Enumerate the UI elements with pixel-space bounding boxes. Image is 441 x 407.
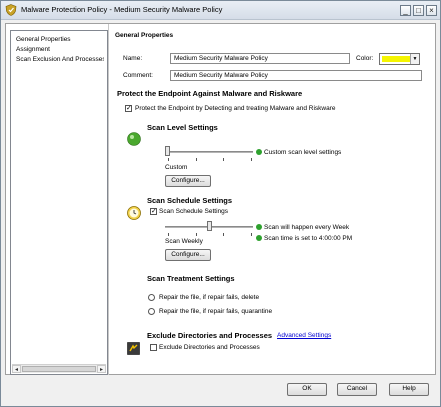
cancel-button[interactable]: Cancel xyxy=(337,383,377,396)
treatment-quarantine-radio[interactable] xyxy=(148,308,155,315)
minimize-button[interactable]: _ xyxy=(400,5,411,16)
window-title: Malware Protection Policy - Medium Secur… xyxy=(21,5,223,14)
status-ok-icon xyxy=(256,235,262,241)
exclude-checkbox-label: Exclude Directories and Processes xyxy=(159,344,260,351)
exclude-folder-icon xyxy=(127,342,140,355)
name-label: Name: xyxy=(123,55,143,62)
general-properties-header: General Properties xyxy=(115,32,174,39)
scan-level-slider-track[interactable] xyxy=(165,151,253,153)
title-bar: Malware Protection Policy - Medium Secur… xyxy=(1,1,440,20)
scan-treatment-title: Scan Treatment Settings xyxy=(147,274,235,283)
exclude-checkbox[interactable] xyxy=(150,344,157,351)
slider-tick xyxy=(168,233,169,236)
clock-icon xyxy=(127,206,141,220)
slider-tick xyxy=(196,158,197,161)
treatment-quarantine-label: Repair the file, if repair fails, quaran… xyxy=(159,308,273,315)
protect-section-title: Protect the Endpoint Against Malware and… xyxy=(117,89,303,98)
color-swatch xyxy=(382,56,410,62)
scan-level-status: Custom scan level settings xyxy=(264,149,342,156)
slider-tick xyxy=(223,158,224,161)
scan-schedule-slider-thumb[interactable] xyxy=(207,221,212,231)
scrollbar-thumb[interactable] xyxy=(22,366,96,372)
tree-item-general-properties[interactable]: General Properties xyxy=(16,36,104,43)
protect-checkbox-label: Protect the Endpoint by Detecting and tr… xyxy=(135,105,336,112)
slider-tick xyxy=(196,233,197,236)
scroll-left-icon[interactable]: ◂ xyxy=(12,365,21,373)
scan-level-value: Custom xyxy=(165,164,188,171)
exclude-title: Exclude Directories and Processes xyxy=(147,331,273,340)
scan-schedule-configure-button[interactable]: Configure... xyxy=(165,249,211,261)
scan-level-title: Scan Level Settings xyxy=(147,123,218,132)
horizontal-scrollbar[interactable]: ◂ ▸ xyxy=(12,364,106,373)
color-label: Color: xyxy=(356,55,374,62)
name-field[interactable]: Medium Security Malware Policy xyxy=(170,53,350,64)
slider-tick xyxy=(251,233,252,236)
scan-level-icon xyxy=(127,132,141,146)
chevron-down-icon[interactable]: ▼ xyxy=(410,54,419,64)
slider-tick xyxy=(168,158,169,161)
panel-divider xyxy=(108,24,109,375)
scan-schedule-status-time: Scan time is set to 4:00:00 PM xyxy=(264,235,353,242)
slider-tick xyxy=(223,233,224,236)
help-button[interactable]: Help xyxy=(389,383,429,396)
shield-icon xyxy=(5,4,17,16)
status-ok-icon xyxy=(256,149,262,155)
protect-checkbox[interactable]: ✓ xyxy=(125,105,132,112)
close-button[interactable]: × xyxy=(426,5,437,16)
scroll-right-icon[interactable]: ▸ xyxy=(97,365,106,373)
advanced-settings-link[interactable]: Advanced Settings xyxy=(277,332,331,339)
scan-schedule-title: Scan Schedule Settings xyxy=(147,196,233,205)
policy-window: Malware Protection Policy - Medium Secur… xyxy=(0,0,441,407)
comment-field[interactable]: Medium Security Malware Policy xyxy=(170,70,422,81)
scan-schedule-value: Scan Weekly xyxy=(165,238,203,245)
scan-schedule-status-frequency: Scan will happen every Week xyxy=(264,224,350,231)
scan-schedule-checkbox-label: Scan Schedule Settings xyxy=(159,208,229,215)
ok-button[interactable]: OK xyxy=(287,383,327,396)
maximize-button[interactable]: □ xyxy=(413,5,424,16)
treatment-delete-label: Repair the file, if repair fails, delete xyxy=(159,294,260,301)
color-picker[interactable]: ▼ xyxy=(379,53,420,65)
scan-level-slider-thumb[interactable] xyxy=(165,146,170,156)
navigation-tree: General Properties Assignment Scan Exclu… xyxy=(10,30,108,375)
comment-label: Comment: xyxy=(123,72,153,79)
tree-item-assignment[interactable]: Assignment xyxy=(16,46,104,53)
status-ok-icon xyxy=(256,224,262,230)
scan-level-configure-button[interactable]: Configure... xyxy=(165,175,211,187)
tree-item-scan-exclusion[interactable]: Scan Exclusion And Processes xyxy=(16,56,104,63)
slider-tick xyxy=(251,158,252,161)
scan-schedule-checkbox[interactable]: ✓ xyxy=(150,208,157,215)
treatment-delete-radio[interactable] xyxy=(148,294,155,301)
